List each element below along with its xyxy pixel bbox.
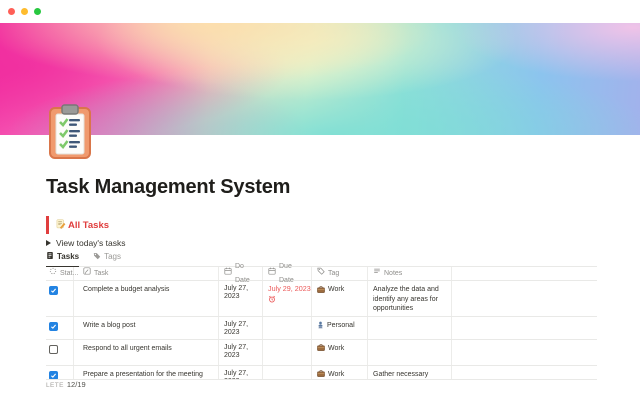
- pencil-square-icon: [83, 267, 91, 280]
- status-cell: [46, 365, 74, 379]
- tag-label: Personal: [327, 321, 355, 329]
- status-checkbox[interactable]: [49, 321, 58, 331]
- tab-tags-label: Tags: [104, 252, 121, 261]
- briefcase-emoji-icon: [317, 285, 325, 296]
- tag-label: Work: [328, 286, 345, 293]
- memo-emoji-icon: [56, 216, 66, 234]
- table-header-row: Stat... Task Do Date Due Date Tag Notes: [46, 263, 597, 284]
- page-cover-image: [0, 23, 640, 135]
- alarm-clock-icon: [268, 295, 307, 306]
- database-view-tabs: Tasks Tags: [46, 250, 597, 267]
- notes-cell[interactable]: Gather necessary: [368, 365, 452, 379]
- tag-label: Work: [328, 344, 345, 352]
- task-cell[interactable]: Complete a budget analysis: [74, 281, 219, 316]
- tag-icon: [93, 252, 101, 262]
- do-date-cell[interactable]: July 27, 2023: [219, 281, 263, 316]
- due-date-cell[interactable]: [263, 339, 312, 365]
- window-titlebar: [0, 0, 640, 23]
- notes-cell[interactable]: Analyze the data and identify any areas …: [368, 281, 452, 316]
- tag-cell[interactable]: Personal: [312, 316, 368, 339]
- column-header-label: Task: [94, 269, 109, 277]
- due-date-cell[interactable]: July 29, 2023: [263, 281, 312, 316]
- empty-cell[interactable]: [452, 340, 597, 365]
- task-cell[interactable]: Write a blog post: [74, 316, 219, 339]
- document-icon: [46, 251, 54, 262]
- all-tasks-callout[interactable]: All Tasks: [46, 216, 109, 234]
- status-cell: [46, 339, 74, 365]
- view-todays-tasks-toggle[interactable]: View today's tasks: [46, 238, 126, 248]
- status-checkbox[interactable]: [49, 370, 58, 379]
- task-cell[interactable]: Respond to all urgent emails: [74, 339, 219, 365]
- minimize-button[interactable]: [21, 8, 28, 15]
- notion-page: Task Management System All Tasks View to…: [0, 0, 640, 400]
- do-date-cell[interactable]: July 27, 2023: [219, 365, 263, 379]
- column-header-notes[interactable]: Notes: [368, 267, 452, 280]
- text-lines-icon: [373, 267, 381, 281]
- status-cell: [46, 316, 74, 339]
- calendar-icon: [268, 267, 276, 281]
- column-header-due-date[interactable]: Due Date: [263, 263, 312, 284]
- toggle-label: View today's tasks: [56, 238, 126, 248]
- tab-tasks-label: Tasks: [57, 252, 80, 261]
- do-date-cell[interactable]: July 27, 2023: [219, 339, 263, 365]
- table-row: Prepare a presentation for the meeting J…: [46, 365, 597, 380]
- task-cell[interactable]: Prepare a presentation for the meeting: [74, 365, 219, 379]
- notes-cell[interactable]: [368, 339, 452, 365]
- column-header-task[interactable]: Task: [74, 267, 219, 280]
- empty-cell[interactable]: [452, 366, 597, 379]
- due-date-cell[interactable]: [263, 316, 312, 339]
- table-row: Respond to all urgent emails July 27, 20…: [46, 339, 597, 366]
- tag-cell[interactable]: Work: [312, 281, 368, 316]
- notes-cell[interactable]: [368, 316, 452, 339]
- tag-label: Work: [328, 370, 345, 378]
- column-header-do-date[interactable]: Do Date: [219, 263, 263, 284]
- column-header-label: Tag: [328, 269, 340, 277]
- all-tasks-label: All Tasks: [68, 219, 110, 231]
- column-header-label: Notes: [384, 269, 403, 277]
- overdue-date: July 29, 2023: [268, 284, 311, 293]
- tasks-table: Stat... Task Do Date Due Date Tag Notes …: [46, 263, 597, 380]
- status-checkbox[interactable]: [49, 286, 58, 295]
- toggle-triangle-icon: [46, 240, 51, 246]
- column-header-tag[interactable]: Tag: [312, 267, 368, 280]
- tab-tasks[interactable]: Tasks: [46, 250, 80, 267]
- person-emoji-icon: [317, 321, 324, 333]
- do-date-cell[interactable]: July 27, 2023: [219, 316, 263, 339]
- table-row: Write a blog post July 27, 2023 Personal: [46, 316, 597, 340]
- calculation-value: 12/19: [66, 380, 86, 389]
- table-row: Complete a budget analysis July 27, 2023…: [46, 281, 597, 317]
- due-date-cell[interactable]: [263, 365, 312, 379]
- tag-icon: [317, 267, 325, 281]
- zoom-button[interactable]: [34, 8, 41, 15]
- column-header-status[interactable]: Stat...: [46, 267, 78, 281]
- briefcase-emoji-icon: [317, 370, 325, 379]
- calendar-icon: [224, 267, 232, 281]
- empty-cell[interactable]: [452, 281, 597, 316]
- briefcase-emoji-icon: [317, 344, 325, 355]
- column-header-empty[interactable]: [452, 267, 597, 280]
- status-cell: [46, 281, 74, 316]
- table-calculation[interactable]: LETE 12/19: [46, 380, 86, 389]
- page-title: Task Management System: [46, 176, 291, 198]
- clipboard-emoji-icon[interactable]: [47, 103, 93, 161]
- tag-cell[interactable]: Work: [312, 365, 368, 379]
- empty-cell[interactable]: [452, 317, 597, 339]
- status-icon: [49, 267, 57, 281]
- close-button[interactable]: [8, 8, 15, 15]
- tag-cell[interactable]: Work: [312, 339, 368, 365]
- calculation-label: LETE: [46, 382, 64, 389]
- status-checkbox[interactable]: [49, 344, 58, 354]
- tab-tags[interactable]: Tags: [93, 250, 121, 266]
